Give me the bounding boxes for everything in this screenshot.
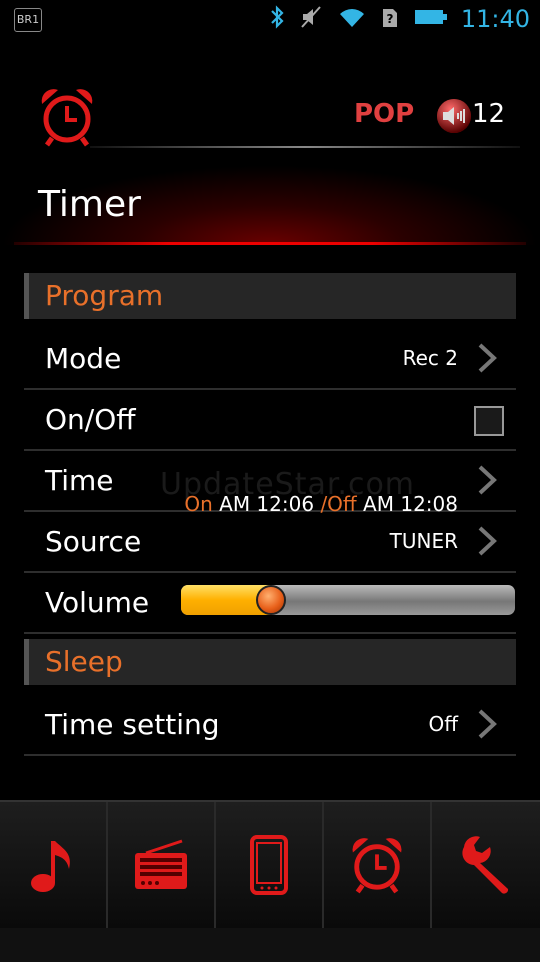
status-time: 11:40 — [460, 5, 530, 33]
time-row[interactable]: Time On AM 12:06 /Off AM 12:08 — [24, 450, 516, 516]
section-label: Program — [45, 279, 164, 312]
onoff-row[interactable]: On/Off — [24, 389, 516, 451]
wifi-icon — [338, 5, 366, 33]
chevron-right-icon — [478, 343, 497, 373]
mode-value: Rec 2 — [402, 346, 458, 370]
status-bar: BR1 ? 11:40 — [0, 0, 540, 38]
sim-unknown-icon: ? — [382, 5, 398, 33]
onoff-checkbox[interactable] — [474, 406, 504, 436]
chevron-right-icon — [478, 709, 497, 739]
section-header-program: Program — [24, 273, 516, 319]
wrench-icon — [462, 836, 509, 894]
source-label: Source — [45, 525, 142, 558]
svg-text:?: ? — [387, 12, 394, 26]
source-value: TUNER — [389, 529, 458, 553]
volume-slider-thumb[interactable] — [256, 585, 287, 615]
music-note-icon — [31, 841, 70, 892]
alarm-clock-icon — [352, 838, 402, 894]
bottom-nav — [0, 800, 540, 962]
section-header-sleep: Sleep — [24, 639, 516, 685]
music-tab[interactable] — [0, 802, 108, 928]
radio-icon — [135, 839, 187, 889]
alarm-clock-icon[interactable] — [38, 86, 96, 148]
time-label: Time — [45, 464, 114, 497]
section-label: Sleep — [45, 645, 123, 678]
onoff-label: On/Off — [45, 403, 136, 436]
volume-label: Volume — [45, 586, 150, 619]
status-icons: ? — [270, 5, 448, 33]
mode-label: Mode — [45, 342, 122, 375]
phone-icon — [250, 835, 288, 895]
source-row[interactable]: Source TUNER — [24, 511, 516, 573]
page-title: Timer — [38, 184, 141, 225]
battery-icon — [414, 5, 448, 33]
mode-row[interactable]: Mode Rec 2 — [24, 328, 516, 390]
settings-tab[interactable] — [432, 802, 540, 928]
volume-level: 12 — [472, 99, 506, 129]
speaker-icon[interactable] — [436, 98, 472, 134]
radio-tab[interactable] — [108, 802, 216, 928]
chevron-right-icon — [478, 465, 497, 495]
device-tab[interactable] — [216, 802, 324, 928]
bluetooth-icon — [270, 5, 284, 33]
time-setting-label: Time setting — [45, 708, 220, 741]
header-divider — [90, 146, 520, 148]
chevron-right-icon — [478, 526, 497, 556]
mute-icon — [300, 5, 322, 33]
volume-slider[interactable] — [181, 585, 515, 615]
status-badge: BR1 — [14, 8, 42, 32]
time-setting-value: Off — [428, 712, 458, 736]
time-setting-row[interactable]: Time setting Off — [24, 694, 516, 756]
alarm-tab[interactable] — [324, 802, 432, 928]
eq-preset-label[interactable]: POP — [354, 99, 414, 129]
